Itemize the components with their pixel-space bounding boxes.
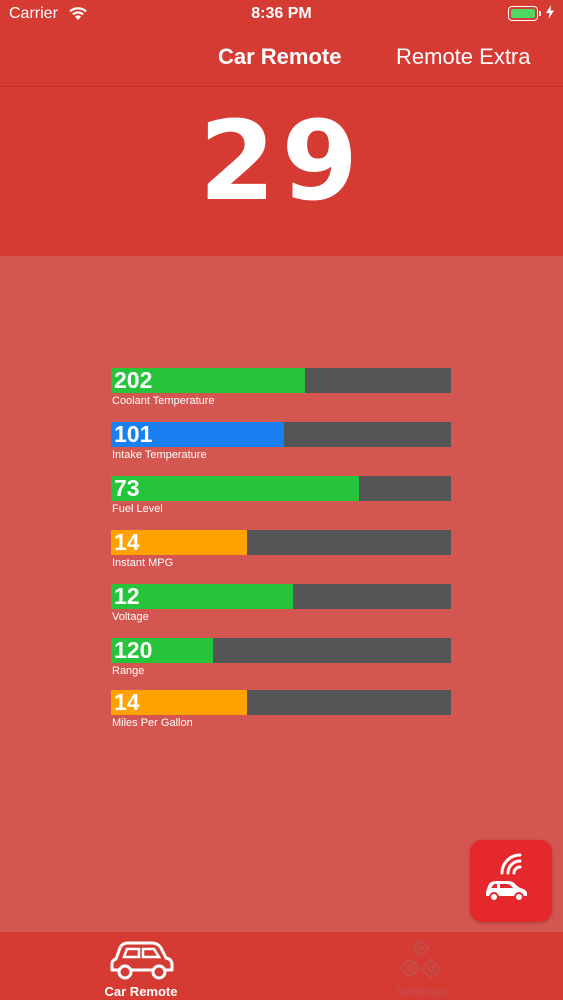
gauge-value: 14: [114, 689, 140, 715]
car-remote-signal-icon: [486, 853, 527, 902]
gauge-label: Coolant Temperature: [112, 395, 215, 407]
main-value-display: 29: [198, 97, 365, 225]
gauge-label: Voltage: [112, 611, 149, 623]
gauge-value: 202: [114, 367, 153, 393]
gauge-value: 12: [114, 583, 140, 609]
tab-settings[interactable]: Settings: [341, 932, 501, 1000]
gauge-intake-temperature: 101 Intake Temperature: [111, 421, 451, 476]
gauge-range: 120 Range: [111, 637, 451, 690]
gauge-value: 101: [114, 421, 153, 447]
gauge-value: 73: [114, 475, 140, 501]
remote-extra-button[interactable]: Remote Extra: [396, 44, 531, 70]
status-time: 8:36 PM: [251, 5, 312, 22]
gauge-label: Miles Per Gallon: [112, 717, 193, 729]
battery-icon: [508, 6, 538, 21]
gauge-value: 14: [114, 529, 140, 555]
gauge-fill: [111, 476, 359, 501]
tab-car-remote-label: Car Remote: [104, 984, 178, 999]
battery-tip: [539, 11, 541, 16]
nav-title: Car Remote: [218, 44, 342, 69]
gauge-coolant-temperature: 202 Coolant Temperature: [111, 367, 451, 422]
gauge-instant-mpg: 14 Instant MPG: [111, 529, 451, 584]
header-area: Carrier 8:36 PM Car Remote Remote Extra …: [0, 0, 563, 256]
gears-icon: [400, 939, 441, 979]
gauge-label: Instant MPG: [112, 557, 174, 569]
gauge-label: Fuel Level: [112, 503, 163, 515]
gauge-label: Intake Temperature: [112, 449, 207, 461]
gauge-miles-per-gallon: 14 Miles Per Gallon: [111, 689, 451, 744]
gauge-list: 202 Coolant Temperature 101 Intake Tempe…: [111, 367, 451, 744]
tab-settings-label: Settings: [395, 984, 447, 999]
gauge-label: Range: [112, 665, 145, 677]
status-bar: Carrier 8:36 PM: [0, 0, 563, 30]
gauge-fuel-level: 73 Fuel Level: [111, 475, 451, 530]
tab-bar: Car Remote Settings: [0, 932, 563, 1000]
gauge-value: 120: [114, 637, 153, 663]
gauge-voltage: 12 Voltage: [111, 583, 451, 638]
car-remote-button[interactable]: [470, 840, 552, 922]
charging-bolt-icon: [546, 5, 554, 22]
nav-divider: [0, 86, 563, 87]
car-icon: [110, 941, 174, 980]
tab-car-remote[interactable]: Car Remote: [61, 932, 221, 1000]
